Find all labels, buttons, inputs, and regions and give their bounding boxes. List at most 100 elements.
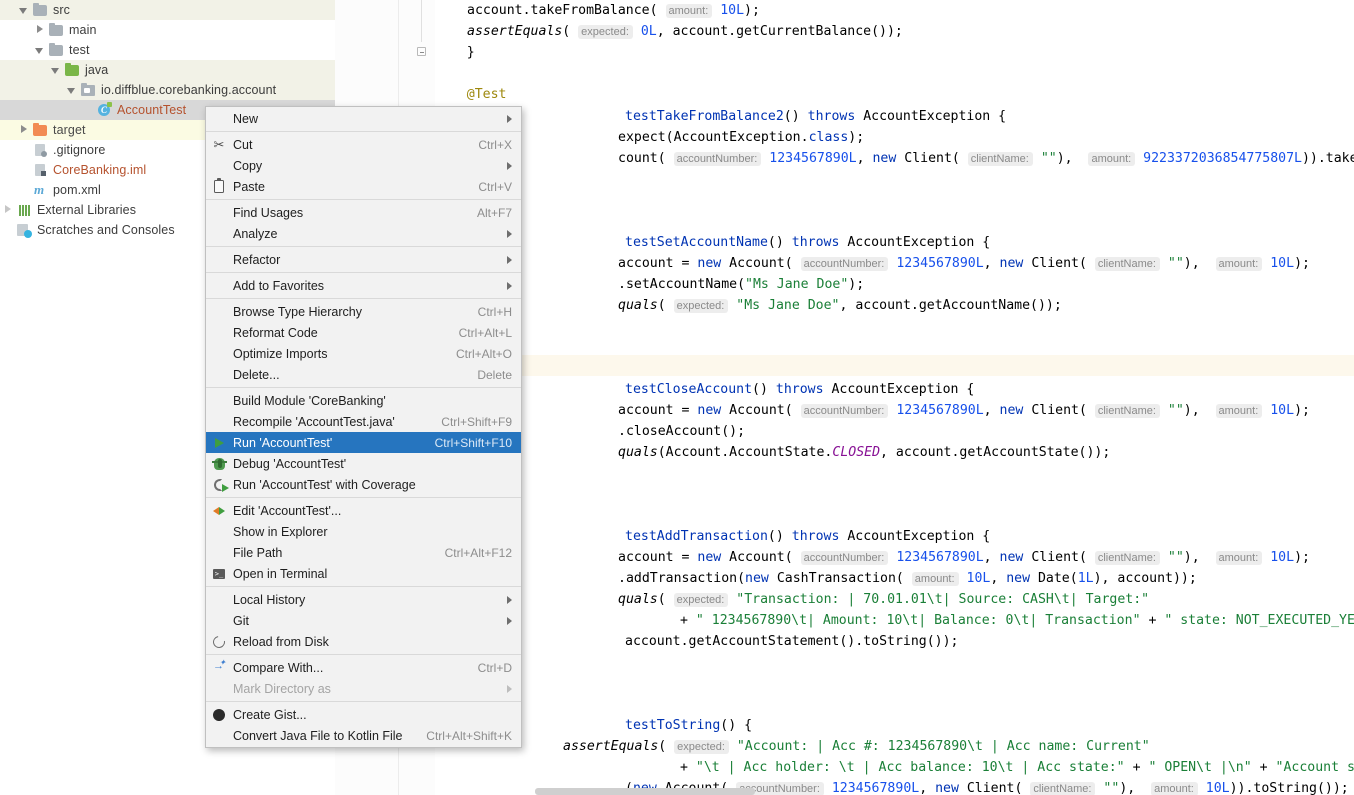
menu-separator xyxy=(206,246,521,247)
coverage-icon xyxy=(211,477,229,493)
menu-item-edit-configuration[interactable]: Edit 'AccountTest'... xyxy=(206,500,521,521)
menu-item-mark-directory-as: Mark Directory as xyxy=(206,678,521,699)
expand-arrow-down-icon[interactable] xyxy=(64,82,80,98)
menu-item-label: Recompile 'AccountTest.java' xyxy=(233,414,395,429)
menu-item-label: Copy xyxy=(233,158,263,173)
tree-item-label: io.diffblue.corebanking.account xyxy=(101,83,277,97)
menu-item-recompile[interactable]: Recompile 'AccountTest.java' Ctrl+Shift+… xyxy=(206,411,521,432)
code-line: } xyxy=(435,45,475,60)
tree-item-label: External Libraries xyxy=(37,203,137,217)
menu-item-label: Find Usages xyxy=(233,205,304,220)
code-line: quals( expected: "Transaction: | 70.01.0… xyxy=(618,592,1150,607)
menu-item-shortcut: Ctrl+D xyxy=(477,660,512,675)
code-line: .closeAccount(); xyxy=(618,424,746,439)
menu-item-label: Show in Explorer xyxy=(233,524,328,539)
menu-item-convert-to-kotlin[interactable]: Convert Java File to Kotlin File Ctrl+Al… xyxy=(206,725,521,746)
folder-green-icon xyxy=(64,62,82,78)
horizontal-scrollbar[interactable] xyxy=(535,788,755,795)
menu-item-add-to-favorites[interactable]: Add to Favorites xyxy=(206,275,521,296)
menu-item-label: Run 'AccountTest' with Coverage xyxy=(233,477,416,492)
code-line: assertEquals( expected: 0L, account.getC… xyxy=(467,24,903,39)
menu-item-browse-type-hierarchy[interactable]: Browse Type Hierarchy Ctrl+H xyxy=(206,301,521,322)
expand-arrow-down-icon[interactable] xyxy=(48,62,64,78)
run-play-icon xyxy=(211,435,227,451)
tree-item-package[interactable]: io.diffblue.corebanking.account xyxy=(0,80,335,100)
expand-arrow-right-icon[interactable] xyxy=(16,122,32,138)
code-line: testToString() { xyxy=(625,718,753,733)
code-line: quals( expected: "Ms Jane Doe", account.… xyxy=(618,298,1062,313)
folder-orange-icon xyxy=(32,122,50,138)
code-line: account = new Account( accountNumber: 12… xyxy=(618,403,1310,418)
menu-item-find-usages[interactable]: Find Usages Alt+F7 xyxy=(206,202,521,223)
libraries-icon xyxy=(16,202,34,218)
menu-item-reload-from-disk[interactable]: Reload from Disk xyxy=(206,631,521,652)
package-icon xyxy=(80,82,98,98)
menu-separator xyxy=(206,497,521,498)
menu-item-new[interactable]: New xyxy=(206,108,521,129)
menu-item-local-history[interactable]: Local History xyxy=(206,589,521,610)
expand-arrow-down-icon[interactable] xyxy=(16,2,32,18)
menu-item-compare-with[interactable]: Compare With... Ctrl+D xyxy=(206,657,521,678)
menu-item-label: Delete... xyxy=(233,367,280,382)
submenu-arrow-icon xyxy=(507,684,512,693)
submenu-arrow-icon xyxy=(507,255,512,264)
menu-item-show-in-explorer[interactable]: Show in Explorer xyxy=(206,521,521,542)
project-view-context-menu[interactable]: New ✂ Cut Ctrl+X Copy Paste Ctrl+V Find … xyxy=(205,106,522,748)
menu-item-run-accounttest[interactable]: Run 'AccountTest' Ctrl+Shift+F10 xyxy=(206,432,521,453)
menu-item-shortcut: Ctrl+X xyxy=(478,137,512,152)
github-icon xyxy=(211,707,227,723)
submenu-arrow-icon xyxy=(507,595,512,604)
menu-item-analyze[interactable]: Analyze xyxy=(206,223,521,244)
debug-bug-icon xyxy=(211,456,227,472)
menu-item-reformat-code[interactable]: Reformat Code Ctrl+Alt+L xyxy=(206,322,521,343)
menu-item-build-module[interactable]: Build Module 'CoreBanking' xyxy=(206,390,521,411)
code-fold-minus-icon[interactable] xyxy=(417,47,426,56)
menu-item-refactor[interactable]: Refactor xyxy=(206,249,521,270)
expand-arrow-right-icon[interactable] xyxy=(0,202,16,218)
expand-arrow-down-icon[interactable] xyxy=(32,42,48,58)
menu-item-optimize-imports[interactable]: Optimize Imports Ctrl+Alt+O xyxy=(206,343,521,364)
menu-item-paste[interactable]: Paste Ctrl+V xyxy=(206,176,521,197)
menu-item-label: Refactor xyxy=(233,252,281,267)
menu-separator xyxy=(206,586,521,587)
menu-item-label: Browse Type Hierarchy xyxy=(233,304,362,319)
menu-item-label: Git xyxy=(233,613,249,628)
menu-item-debug-accounttest[interactable]: Debug 'AccountTest' xyxy=(206,453,521,474)
menu-item-label: Compare With... xyxy=(233,660,324,675)
tree-item-label: pom.xml xyxy=(53,183,101,197)
menu-item-run-with-coverage[interactable]: Run 'AccountTest' with Coverage xyxy=(206,474,521,495)
menu-separator xyxy=(206,654,521,655)
terminal-icon: >_ xyxy=(213,569,225,579)
code-line: count( accountNumber: 1234567890L, new C… xyxy=(618,151,1354,166)
menu-item-label: Add to Favorites xyxy=(233,278,325,293)
tree-item-src[interactable]: src xyxy=(0,0,335,20)
code-line: expect(AccountException.class); xyxy=(618,130,865,145)
menu-item-label: Open in Terminal xyxy=(233,566,328,581)
code-line: @Test xyxy=(466,87,507,102)
code-line: + " 1234567890\t| Amount: 10\t| Balance:… xyxy=(680,613,1354,628)
menu-item-label: Optimize Imports xyxy=(233,346,328,361)
menu-item-shortcut: Ctrl+Alt+Shift+K xyxy=(426,728,512,743)
code-line: testCloseAccount() throws AccountExcepti… xyxy=(625,382,975,397)
menu-item-delete[interactable]: Delete... Delete xyxy=(206,364,521,385)
code-line: account.getAccountStatement().toString()… xyxy=(625,634,959,649)
menu-item-copy[interactable]: Copy xyxy=(206,155,521,176)
menu-item-create-gist[interactable]: Create Gist... xyxy=(206,704,521,725)
expand-arrow-right-icon[interactable] xyxy=(32,22,48,38)
menu-item-open-in-terminal[interactable]: >_ Open in Terminal xyxy=(206,563,521,584)
submenu-arrow-icon xyxy=(507,616,512,625)
menu-item-file-path[interactable]: File Path Ctrl+Alt+F12 xyxy=(206,542,521,563)
tree-item-java[interactable]: java xyxy=(0,60,335,80)
menu-separator xyxy=(206,298,521,299)
tree-item-label: .gitignore xyxy=(53,143,106,157)
editor-text-area[interactable]: account.takeFromBalance( amount: 10L); a… xyxy=(435,0,1354,795)
tree-item-label: Scratches and Consoles xyxy=(37,223,175,237)
menu-item-shortcut: Delete xyxy=(477,367,512,382)
menu-item-git[interactable]: Git xyxy=(206,610,521,631)
tree-item-test[interactable]: test xyxy=(0,40,335,60)
menu-item-label: Create Gist... xyxy=(233,707,307,722)
menu-item-label: Cut xyxy=(233,137,253,152)
java-class-test-icon: C xyxy=(96,102,114,118)
tree-item-main[interactable]: main xyxy=(0,20,335,40)
menu-item-cut[interactable]: ✂ Cut Ctrl+X xyxy=(206,134,521,155)
